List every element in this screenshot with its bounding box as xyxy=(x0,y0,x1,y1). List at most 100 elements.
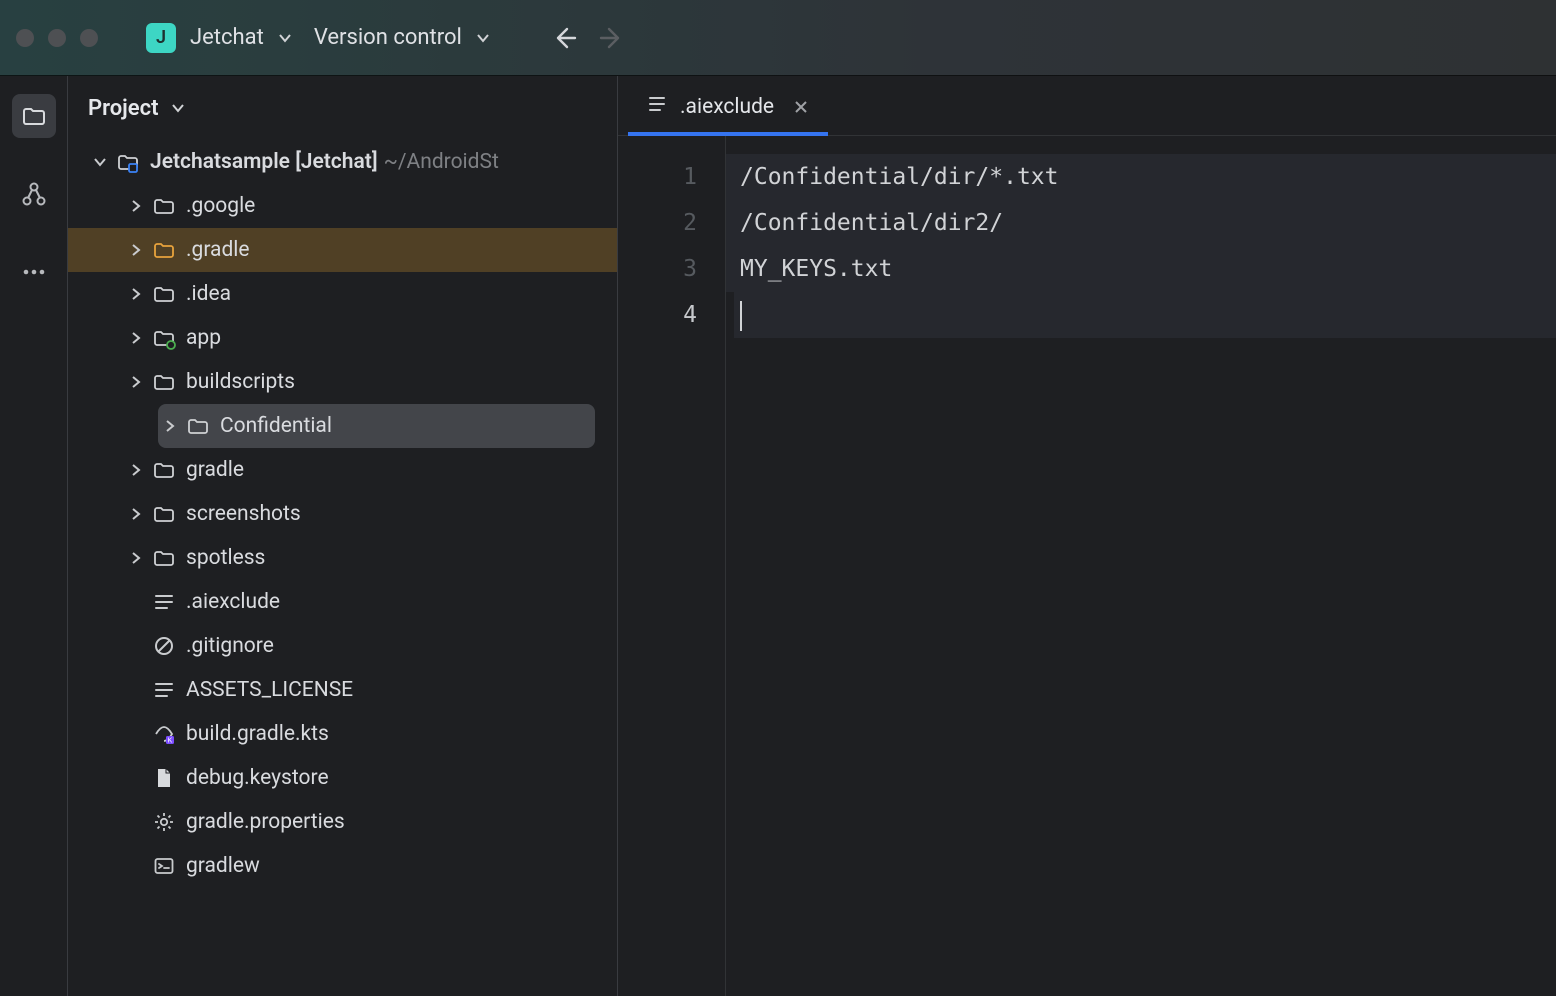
expand-toggle[interactable] xyxy=(124,244,148,256)
titlebar: J Jetchat Version control xyxy=(0,0,1556,76)
tree-item-label: spotless xyxy=(186,546,265,570)
kts-icon: K xyxy=(152,722,176,746)
chevron-down-icon xyxy=(476,31,490,45)
folder-icon xyxy=(186,414,210,438)
minimize-window-dot[interactable] xyxy=(48,29,66,47)
tree-item[interactable]: gradlew xyxy=(68,844,617,888)
tree-item[interactable]: gradle xyxy=(68,448,617,492)
tree-item-label: build.gradle.kts xyxy=(186,722,329,746)
tree-root[interactable]: Jetchatsample [Jetchat] ~/AndroidSt xyxy=(68,140,617,184)
tree-item-label: .gitignore xyxy=(186,634,274,658)
expand-toggle[interactable] xyxy=(124,200,148,212)
tree-item[interactable]: Kbuild.gradle.kts xyxy=(68,712,617,756)
tree-root-name: Jetchatsample [Jetchat] xyxy=(150,150,378,174)
terminal-icon xyxy=(152,854,176,878)
project-pane: Project Jetchatsample [Jetchat] xyxy=(68,76,618,996)
window-controls xyxy=(16,29,98,47)
tree-item[interactable]: gradle.properties xyxy=(68,800,617,844)
tree-item-label: screenshots xyxy=(186,502,301,526)
folder-icon xyxy=(152,282,176,306)
project-selector[interactable]: J Jetchat xyxy=(146,23,292,53)
gutter-line-number: 3 xyxy=(618,246,725,292)
tree-item[interactable]: debug.keystore xyxy=(68,756,617,800)
project-pane-title: Project xyxy=(88,96,159,121)
tree-item-label: ASSETS_LICENSE xyxy=(186,678,353,702)
expand-toggle[interactable] xyxy=(124,288,148,300)
expand-toggle[interactable] xyxy=(124,332,148,344)
tree-item-label: app xyxy=(186,326,221,350)
code-area[interactable]: 1234 /Confidential/dir/*.txt/Confidentia… xyxy=(618,136,1556,996)
gutter-line-number: 1 xyxy=(618,154,725,200)
chevron-down-icon xyxy=(278,31,292,45)
tree-item[interactable]: Confidential xyxy=(158,404,595,448)
folder-icon xyxy=(152,194,176,218)
tree-item-label: buildscripts xyxy=(186,370,295,394)
expand-toggle[interactable] xyxy=(88,155,112,169)
tree-item[interactable]: screenshots xyxy=(68,492,617,536)
svg-text:K: K xyxy=(168,738,173,745)
close-window-dot[interactable] xyxy=(16,29,34,47)
gutter-line-number: 4 xyxy=(618,292,725,338)
nav-back-button[interactable] xyxy=(540,14,588,62)
expand-toggle[interactable] xyxy=(124,464,148,476)
tree-item[interactable]: .idea xyxy=(68,272,617,316)
text-caret xyxy=(740,301,742,331)
tree-item[interactable]: .aiexclude xyxy=(68,580,617,624)
editor-tab[interactable]: .aiexclude xyxy=(628,81,828,135)
folder-icon xyxy=(152,370,176,394)
structure-tool-button[interactable] xyxy=(12,172,56,216)
project-name: Jetchat xyxy=(190,25,264,50)
version-control-label: Version control xyxy=(314,25,462,50)
tree-item-label: Confidential xyxy=(220,414,332,438)
chevron-down-icon xyxy=(171,101,185,115)
tree-item[interactable]: buildscripts xyxy=(68,360,617,404)
tree-item-label: debug.keystore xyxy=(186,766,329,790)
tree-item[interactable]: ASSETS_LICENSE xyxy=(68,668,617,712)
expand-toggle[interactable] xyxy=(124,508,148,520)
folder-icon xyxy=(152,546,176,570)
expand-toggle[interactable] xyxy=(158,420,182,432)
close-tab-button[interactable] xyxy=(792,98,810,116)
tree-item[interactable]: .gradle xyxy=(68,228,617,272)
more-tool-button[interactable] xyxy=(12,250,56,294)
gutter: 1234 xyxy=(618,136,726,996)
text-icon xyxy=(152,678,176,702)
gear-icon xyxy=(152,810,176,834)
editor-area: .aiexclude 1234 /Confidential/dir/*.txt/… xyxy=(618,76,1556,996)
project-root-icon xyxy=(116,150,140,174)
tree-item-label: .google xyxy=(186,194,255,218)
code-line[interactable]: MY_KEYS.txt xyxy=(734,246,1556,292)
nav-forward-button[interactable] xyxy=(588,14,636,62)
gutter-line-number: 2 xyxy=(618,200,725,246)
project-tree[interactable]: Jetchatsample [Jetchat] ~/AndroidSt .goo… xyxy=(68,140,617,996)
tree-item-label: gradle xyxy=(186,458,244,482)
code-line[interactable]: /Confidential/dir2/ xyxy=(734,200,1556,246)
project-pane-header[interactable]: Project xyxy=(68,76,617,140)
text-file-icon xyxy=(646,93,668,121)
tree-item[interactable]: .gitignore xyxy=(68,624,617,668)
left-tool-strip xyxy=(0,76,68,996)
tree-root-path: ~/AndroidSt xyxy=(384,150,499,174)
tree-item-label: .gradle xyxy=(186,238,250,262)
editor-tab-filename: .aiexclude xyxy=(680,95,774,119)
expand-toggle[interactable] xyxy=(124,376,148,388)
text-icon xyxy=(152,590,176,614)
code-content[interactable]: /Confidential/dir/*.txt/Confidential/dir… xyxy=(726,136,1556,996)
project-tool-button[interactable] xyxy=(12,94,56,138)
tree-item[interactable]: spotless xyxy=(68,536,617,580)
version-control-menu[interactable]: Version control xyxy=(314,25,490,50)
folder-o-icon xyxy=(152,238,176,262)
code-line[interactable]: /Confidential/dir/*.txt xyxy=(734,154,1556,200)
ignore-icon xyxy=(152,634,176,658)
code-line[interactable] xyxy=(734,292,1556,338)
tree-item[interactable]: app xyxy=(68,316,617,360)
project-badge-icon: J xyxy=(146,23,176,53)
folder-icon xyxy=(152,502,176,526)
tree-item-label: .idea xyxy=(186,282,231,306)
tree-item-label: .aiexclude xyxy=(186,590,280,614)
expand-toggle[interactable] xyxy=(124,552,148,564)
zoom-window-dot[interactable] xyxy=(80,29,98,47)
tree-item-label: gradle.properties xyxy=(186,810,345,834)
tree-item[interactable]: .google xyxy=(68,184,617,228)
editor-tab-bar: .aiexclude xyxy=(618,76,1556,136)
